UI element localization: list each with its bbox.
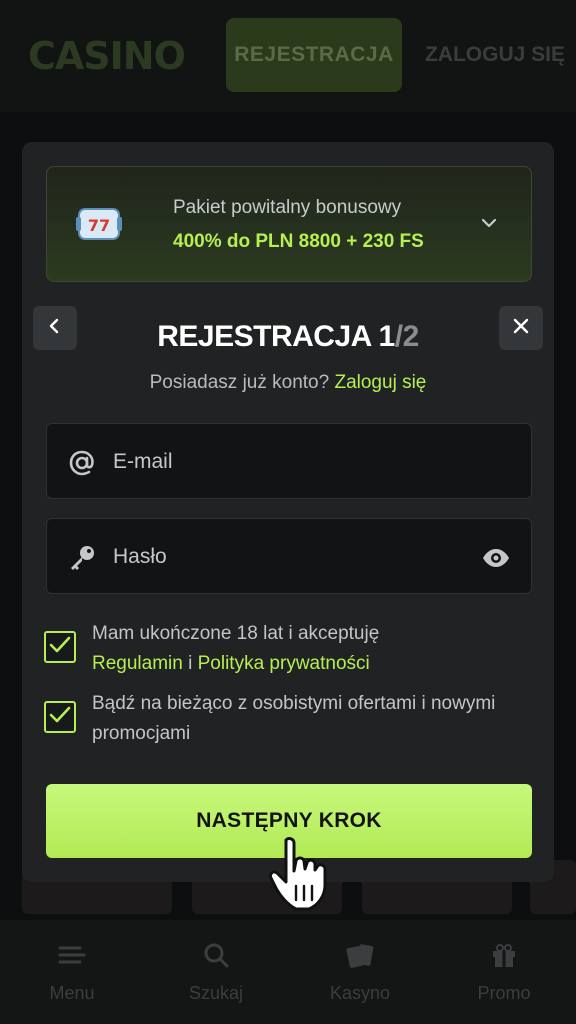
nav-menu[interactable]: Menu xyxy=(12,941,132,1004)
step-current: 1 xyxy=(378,320,396,353)
email-field[interactable] xyxy=(46,423,532,499)
at-icon xyxy=(67,448,97,478)
age-terms-checkbox[interactable] xyxy=(44,631,76,663)
slot-reel-icon: 77 xyxy=(75,207,123,241)
age-terms-text: Mam ukończone 18 lat i akceptuję xyxy=(92,623,380,644)
password-input[interactable] xyxy=(113,541,453,573)
checkmark-icon xyxy=(49,706,71,729)
nav-search[interactable]: Szukaj xyxy=(156,941,276,1004)
privacy-policy-link[interactable]: Polityka prywatności xyxy=(198,653,370,674)
password-field[interactable] xyxy=(46,518,532,594)
checkmark-icon xyxy=(49,636,71,659)
search-icon xyxy=(156,941,276,975)
site-header: CASINO REJESTRACJA ZALOGUJ SIĘ xyxy=(0,0,576,112)
nav-menu-label: Menu xyxy=(49,982,95,1003)
title-text: REJESTRACJA xyxy=(157,320,371,353)
hand-pointer-icon xyxy=(268,834,344,914)
have-account-prompt: Posiadasz już konto? Zaloguj się xyxy=(22,372,554,394)
nav-casino-label: Kasyno xyxy=(329,982,391,1003)
offers-label: Bądź na bieżąco z osobistymi ofertami i … xyxy=(92,693,496,744)
welcome-bonus-panel[interactable]: 77 Pakiet powitalny bonusowy 400% do PLN… xyxy=(46,166,532,282)
cards-icon xyxy=(300,941,420,975)
step-total: 2 xyxy=(402,320,420,353)
nav-search-label: Szukaj xyxy=(188,982,244,1003)
menu-icon xyxy=(12,941,132,975)
bottom-nav: Menu Szukaj Kasyno Promo xyxy=(0,920,576,1024)
casino-logo[interactable]: CASINO xyxy=(28,34,186,78)
header-login-button[interactable]: ZALOGUJ SIĘ xyxy=(420,18,570,92)
step-separator: / xyxy=(394,320,403,353)
offers-checkbox[interactable] xyxy=(44,701,76,733)
gift-icon xyxy=(444,941,564,975)
modal-title: REJESTRACJA 1/2 xyxy=(22,320,554,354)
eye-icon[interactable] xyxy=(481,543,511,573)
login-link[interactable]: Zaloguj się xyxy=(334,372,426,393)
terms-link[interactable]: Regulamin xyxy=(92,653,183,674)
email-input[interactable] xyxy=(113,446,453,478)
nav-promo[interactable]: Promo xyxy=(444,941,564,1004)
bonus-title: Pakiet powitalny bonusowy xyxy=(173,197,402,218)
nav-casino[interactable]: Kasyno xyxy=(300,941,420,1004)
registration-modal: 77 Pakiet powitalny bonusowy 400% do PLN… xyxy=(22,142,554,882)
terms-separator: i xyxy=(188,653,193,674)
nav-promo-label: Promo xyxy=(477,982,531,1003)
key-icon xyxy=(67,543,97,573)
age-terms-label: Mam ukończone 18 lat i akceptuję Regulam… xyxy=(92,619,502,679)
svg-text:77: 77 xyxy=(88,216,110,235)
bonus-value: 400% do PLN 8800 + 230 FS xyxy=(173,231,424,252)
have-account-text: Posiadasz już konto? xyxy=(149,372,330,393)
chevron-down-icon[interactable] xyxy=(477,211,501,235)
header-register-button[interactable]: REJESTRACJA xyxy=(226,18,402,92)
